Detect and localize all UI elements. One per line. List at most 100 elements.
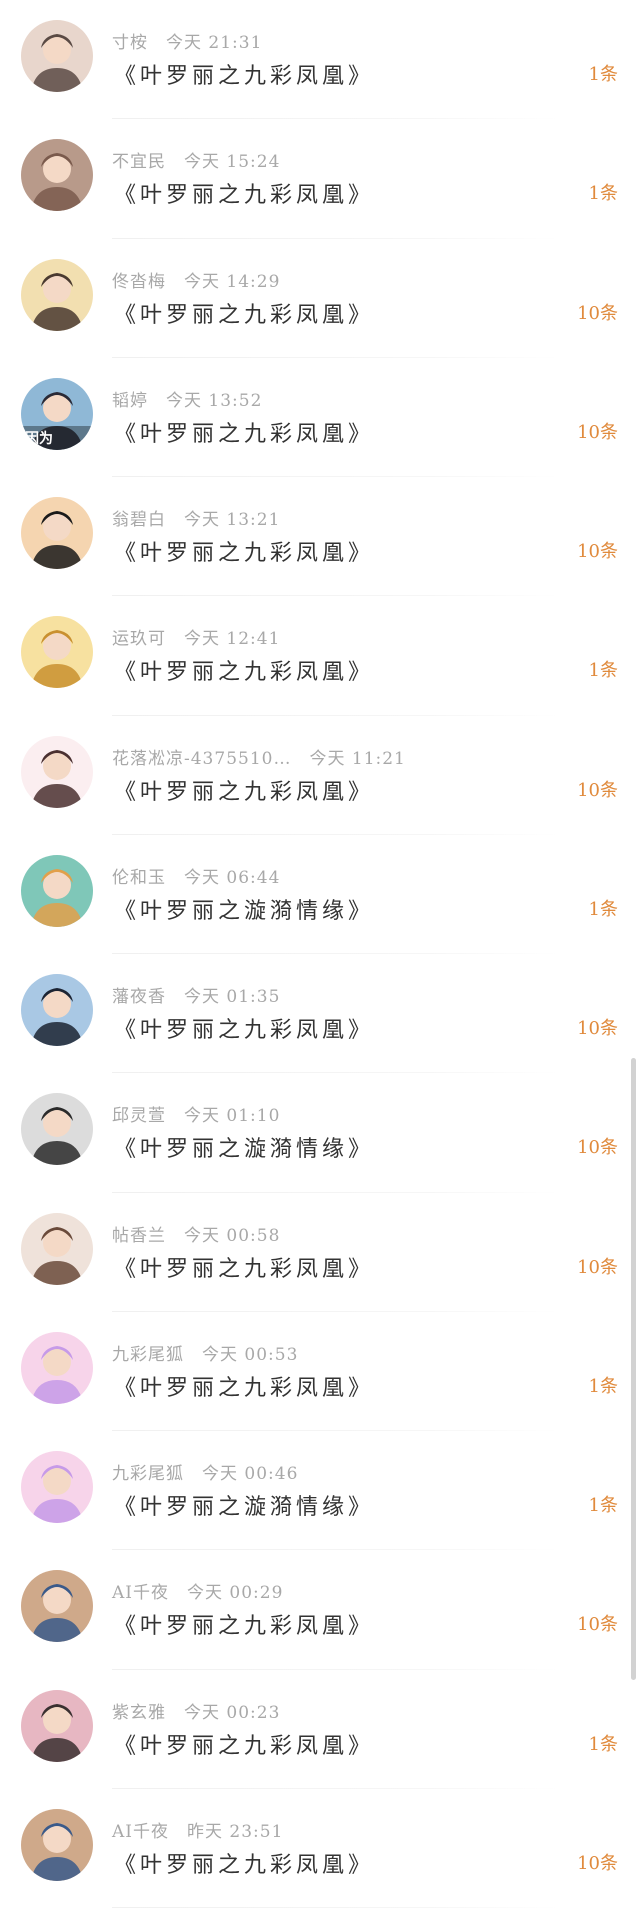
message-meta: AI千夜 今天 00:29 — [112, 1578, 283, 1603]
message-count: 1条 — [588, 183, 618, 205]
message-count: 10条 — [577, 1018, 618, 1039]
sender-name[interactable]: 运玖可 — [112, 629, 166, 649]
message-row[interactable]: 翁碧白 今天 13:21 《叶罗丽之九彩凤凰》 10条 — [0, 477, 640, 597]
message-title[interactable]: 《叶罗丽之漩漪情缘》 — [114, 1489, 374, 1521]
sender-name[interactable]: 紫玄雅 — [112, 1703, 166, 1723]
message-count: 10条 — [577, 421, 618, 443]
couple-avatar-icon[interactable] — [21, 1570, 93, 1643]
sender-name[interactable]: AI千夜 — [112, 1583, 169, 1603]
message-row[interactable]: 九彩尾狐 今天 00:46 《叶罗丽之漩漪情缘》 1条 — [0, 1431, 640, 1551]
message-time: 今天 00:58 — [184, 1225, 281, 1246]
message-row[interactable]: 佟沓梅 今天 14:29 《叶罗丽之九彩凤凰》 10条 — [0, 239, 640, 358]
message-row[interactable]: 藩夜香 今天 01:35 《叶罗丽之九彩凤凰》 10条 — [0, 954, 640, 1074]
sender-name[interactable]: 翁碧白 — [112, 510, 166, 530]
message-title[interactable]: 《叶罗丽之九彩凤凰》 — [114, 297, 374, 329]
message-row[interactable]: AI千夜 今天 00:29 《叶罗丽之九彩凤凰》 10条 — [0, 1550, 640, 1670]
scrollbar[interactable] — [631, 1058, 636, 1680]
message-time: 今天 00:46 — [202, 1464, 299, 1484]
message-title[interactable]: 《叶罗丽之九彩凤凰》 — [114, 1728, 374, 1760]
message-title[interactable]: 《叶罗丽之九彩凤凰》 — [114, 774, 374, 806]
message-time: 今天 13:52 — [166, 390, 263, 411]
message-title[interactable]: 《叶罗丽之九彩凤凰》 — [114, 1608, 374, 1640]
message-meta: 紫玄雅 今天 00:23 — [112, 1698, 280, 1723]
two-girls-avatar-icon[interactable] — [21, 1689, 93, 1762]
message-title[interactable]: 《叶罗丽之九彩凤凰》 — [114, 177, 374, 209]
message-count: 10条 — [577, 1137, 618, 1159]
room-avatar-icon[interactable] — [21, 139, 93, 212]
girl-avatar-icon[interactable]: 因为 — [21, 377, 93, 450]
fox-avatar-icon[interactable] — [21, 1331, 93, 1404]
fox-avatar-icon[interactable] — [21, 1451, 93, 1523]
message-meta: 邱灵萱 今天 01:10 — [112, 1101, 280, 1126]
message-row[interactable]: 因为 韬婷 今天 13:52 《叶罗丽之九彩凤凰》 10条 — [0, 358, 640, 477]
message-count: 10条 — [577, 1256, 618, 1278]
message-meta: 九彩尾狐 今天 00:53 — [112, 1340, 298, 1365]
message-time: 昨天 23:51 — [187, 1821, 284, 1842]
message-title[interactable]: 《叶罗丽之漩漪情缘》 — [114, 893, 374, 925]
bw-portrait-avatar-icon[interactable] — [21, 1093, 93, 1166]
message-count: 1条 — [588, 1733, 618, 1755]
message-row[interactable]: 运玖可 今天 12:41 《叶罗丽之九彩凤凰》 1条 — [0, 596, 640, 716]
sender-name[interactable]: 伦和玉 — [112, 868, 166, 888]
message-time: 今天 06:44 — [184, 867, 281, 888]
message-row[interactable]: AI千夜 昨天 23:51 《叶罗丽之九彩凤凰》 10条 — [0, 1789, 640, 1908]
message-title[interactable]: 《叶罗丽之九彩凤凰》 — [114, 654, 374, 686]
sender-name[interactable]: 佟沓梅 — [112, 272, 166, 292]
message-count: 1条 — [588, 64, 618, 85]
message-title[interactable]: 《叶罗丽之九彩凤凰》 — [114, 1251, 374, 1283]
sender-name[interactable]: 九彩尾狐 — [112, 1345, 184, 1365]
sender-name[interactable]: AI千夜 — [112, 1822, 169, 1842]
anime-couple-avatar-icon[interactable] — [21, 854, 93, 927]
monkey-avatar-icon[interactable] — [21, 616, 93, 689]
sender-name[interactable]: 寸桉 — [112, 33, 148, 53]
message-meta: 韬婷 今天 13:52 — [112, 386, 262, 411]
message-time: 今天 14:29 — [184, 271, 281, 292]
sender-name[interactable]: 不宜民 — [112, 152, 166, 172]
message-time: 今天 13:21 — [184, 510, 281, 530]
message-title[interactable]: 《叶罗丽之九彩凤凰》 — [114, 535, 374, 567]
message-time: 今天 15:24 — [184, 152, 281, 173]
sender-name[interactable]: 帖香兰 — [112, 1226, 166, 1246]
message-meta: 藩夜香 今天 01:35 — [112, 982, 280, 1007]
message-count: 1条 — [588, 898, 618, 920]
girl-avatar-icon[interactable] — [21, 1212, 93, 1285]
message-title[interactable]: 《叶罗丽之九彩凤凰》 — [114, 1847, 374, 1879]
message-title[interactable]: 《叶罗丽之九彩凤凰》 — [114, 1012, 374, 1044]
sender-name[interactable]: 韬婷 — [112, 391, 148, 411]
message-row[interactable]: 九彩尾狐 今天 00:53 《叶罗丽之九彩凤凰》 1条 — [0, 1312, 640, 1431]
message-meta: 翁碧白 今天 13:21 — [112, 505, 280, 530]
sender-name[interactable]: 花落凇凉-4375510… — [112, 749, 291, 769]
message-time: 今天 00:29 — [187, 1583, 284, 1604]
boy-avatar-icon[interactable] — [21, 20, 93, 92]
sender-name[interactable]: 藩夜香 — [112, 987, 166, 1007]
cat-avatar-icon[interactable] — [21, 258, 93, 331]
message-title[interactable]: 《叶罗丽之漩漪情缘》 — [114, 1131, 374, 1163]
message-meta: 九彩尾狐 今天 00:46 — [112, 1459, 298, 1484]
message-row[interactable]: 寸桉 今天 21:31 《叶罗丽之九彩凤凰》 1条 — [0, 0, 640, 120]
sender-name[interactable]: 邱灵萱 — [112, 1106, 166, 1126]
message-row[interactable]: 紫玄雅 今天 00:23 《叶罗丽之九彩凤凰》 1条 — [0, 1670, 640, 1789]
message-count: 10条 — [577, 541, 618, 562]
anime-girl-avatar-icon[interactable] — [21, 735, 93, 808]
sender-name[interactable]: 九彩尾狐 — [112, 1464, 184, 1484]
message-row[interactable]: 帖香兰 今天 00:58 《叶罗丽之九彩凤凰》 10条 — [0, 1193, 640, 1312]
message-row[interactable]: 不宜民 今天 15:24 《叶罗丽之九彩凤凰》 1条 — [0, 119, 640, 239]
boy-avatar-icon[interactable] — [21, 974, 93, 1046]
couple-avatar-icon[interactable] — [21, 1808, 93, 1881]
message-meta: 运玖可 今天 12:41 — [112, 624, 280, 649]
message-row[interactable]: 花落凇凉-4375510… 今天 11:21 《叶罗丽之九彩凤凰》 10条 — [0, 716, 640, 835]
message-title[interactable]: 《叶罗丽之九彩凤凰》 — [114, 1370, 374, 1402]
message-count: 1条 — [588, 1375, 618, 1397]
message-title[interactable]: 《叶罗丽之九彩凤凰》 — [114, 416, 374, 448]
message-row[interactable]: 邱灵萱 今天 01:10 《叶罗丽之漩漪情缘》 10条 — [0, 1073, 640, 1193]
message-count: 1条 — [588, 1495, 618, 1516]
message-time: 今天 01:35 — [184, 987, 281, 1007]
message-title[interactable]: 《叶罗丽之九彩凤凰》 — [114, 58, 374, 90]
message-time: 今天 00:23 — [184, 1702, 281, 1723]
message-time: 今天 12:41 — [184, 629, 281, 650]
message-row[interactable]: 伦和玉 今天 06:44 《叶罗丽之漩漪情缘》 1条 — [0, 835, 640, 954]
message-count: 10条 — [577, 779, 618, 801]
message-meta: 伦和玉 今天 06:44 — [112, 863, 280, 888]
message-time: 今天 01:10 — [184, 1106, 281, 1127]
cartoon-boy-avatar-icon[interactable] — [21, 497, 93, 569]
